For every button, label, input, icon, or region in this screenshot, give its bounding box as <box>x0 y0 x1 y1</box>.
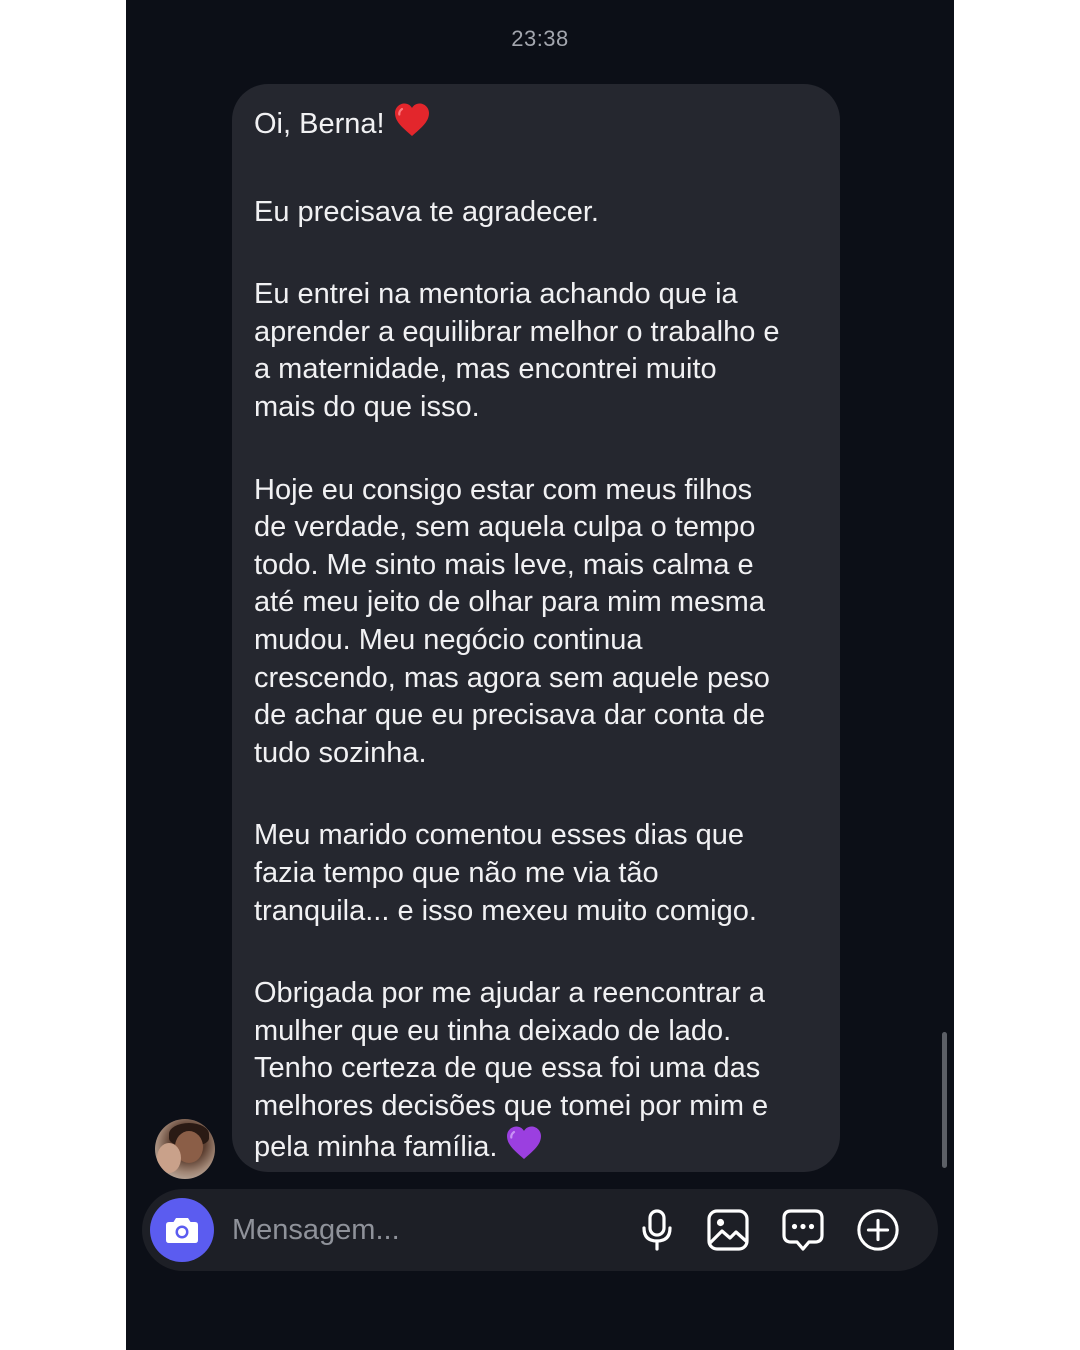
plus-circle-icon <box>857 1209 899 1251</box>
avatar-child <box>157 1143 181 1173</box>
microphone-button[interactable] <box>635 1208 679 1252</box>
chat-bubble-icon <box>782 1209 824 1251</box>
microphone-icon <box>642 1209 672 1251</box>
red-heart-emoji <box>393 102 431 149</box>
chat-screen: 23:38 Oi, Berna! Eu precisava te agradec… <box>126 0 954 1350</box>
scrollbar[interactable] <box>942 1032 947 1168</box>
camera-button[interactable] <box>150 1198 214 1262</box>
message-composer <box>142 1189 938 1271</box>
more-button[interactable] <box>856 1208 900 1252</box>
message-paragraph: Meu marido comentou esses dias que fazia… <box>254 819 757 927</box>
gallery-button[interactable] <box>706 1208 750 1252</box>
message-closing: Obrigada por me ajudar a reencontrar a m… <box>254 975 818 1172</box>
message-paragraph: Eu precisava te agradecer. <box>254 195 599 228</box>
camera-icon <box>166 1218 198 1243</box>
message-timestamp: 23:38 <box>511 26 569 51</box>
sender-avatar[interactable] <box>155 1119 215 1179</box>
greeting-text: Oi, Berna! <box>254 107 385 140</box>
message-paragraph: Hoje eu consigo estar com meus filhos de… <box>254 473 770 769</box>
message-input[interactable] <box>232 1210 612 1250</box>
received-message-bubble[interactable]: Oi, Berna! Eu precisava te agradecer. Eu… <box>232 84 840 1172</box>
message-greeting: Oi, Berna! <box>254 102 818 149</box>
image-icon <box>707 1209 749 1251</box>
sticker-button[interactable] <box>781 1208 825 1252</box>
message-paragraph: Eu entrei na mentoria achando que ia apr… <box>254 278 780 423</box>
purple-heart-emoji <box>505 1125 543 1172</box>
